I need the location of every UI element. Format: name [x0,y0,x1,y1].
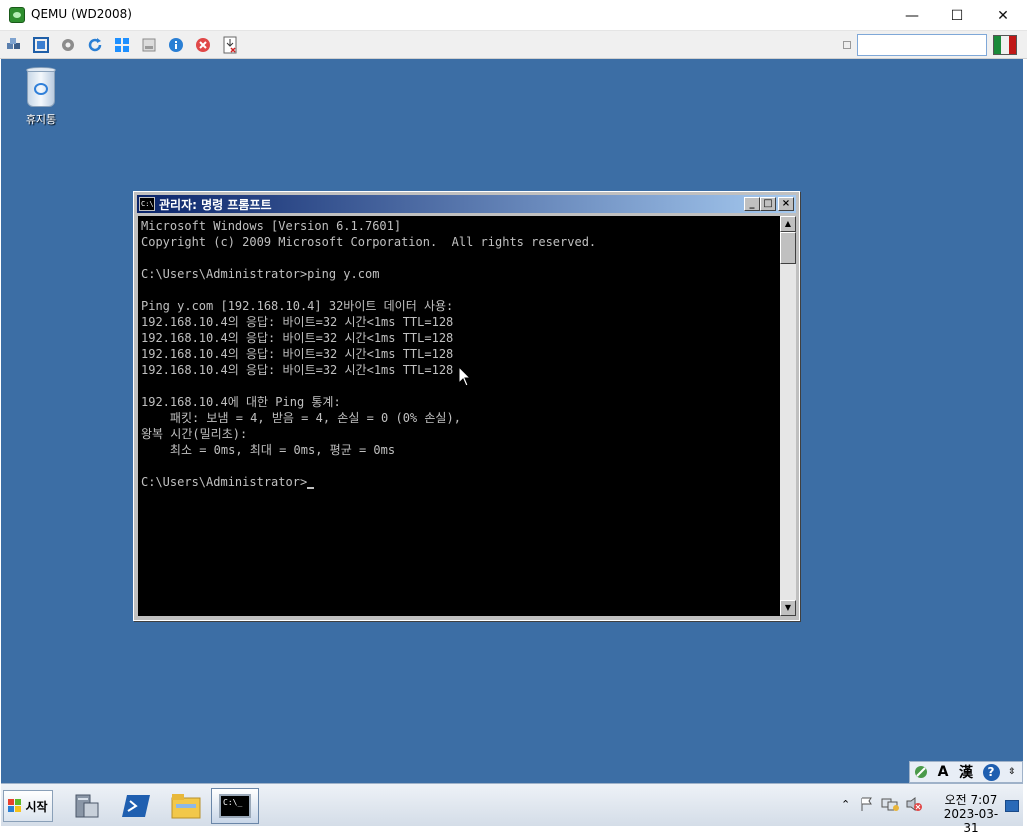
scroll-down-button[interactable]: ▼ [780,600,796,616]
cmd-window-title: 관리자: 명령 프롬프트 [159,198,272,212]
action-center-flag-icon[interactable] [859,796,875,816]
console-line: 192.168.10.4의 응답: 바이트=32 시간<1ms TTL=128 [141,315,454,329]
vertical-scrollbar[interactable]: ▲ ▼ [780,216,796,616]
ime-pad-icon[interactable] [910,762,932,782]
console-output[interactable]: Microsoft Windows [Version 6.1.7601] Cop… [138,216,780,616]
windows-icon[interactable] [113,36,131,54]
close-button[interactable]: ✕ [980,0,1026,31]
cmd-title-icon[interactable]: C:\ [139,197,155,211]
cmd-titlebar[interactable]: C:\ 관리자: 명령 프롬프트 _ □ × [137,195,796,213]
console-line: 192.168.10.4의 응답: 바이트=32 시간<1ms TTL=128 [141,347,454,361]
search-input[interactable] [857,34,987,56]
clock-date[interactable]: 2023-03-31 [937,807,1005,835]
toolbar-toggle[interactable] [843,41,851,49]
cmd-taskbar-button[interactable]: C:\_ [211,788,259,824]
scrollbar-thumb[interactable] [780,232,796,264]
network-icon[interactable] [881,796,899,816]
drive-icon[interactable] [140,36,158,54]
cmd-minimize-button[interactable]: _ [744,197,760,211]
cubes-icon[interactable] [5,36,23,54]
console-line: 192.168.10.4의 응답: 바이트=32 시간<1ms TTL=128 [141,363,454,377]
status-flag-icon[interactable] [993,35,1017,55]
volume-muted-icon[interactable] [905,796,923,816]
stop-icon[interactable] [194,36,212,54]
help-button[interactable]: ? [978,762,1004,782]
start-label: 시작 [25,799,48,814]
show-hidden-icons-icon[interactable]: ⌃ [841,798,850,811]
toolbar [0,31,1027,59]
scroll-up-button[interactable]: ▲ [780,216,796,232]
maximize-button[interactable]: ☐ [934,0,980,31]
refresh-icon[interactable] [86,36,104,54]
ime-mode-button[interactable]: A [932,762,954,782]
show-desktop-icon[interactable] [1005,800,1019,812]
host-window-title: QEMU (WD2008) [31,7,132,21]
hanja-button[interactable]: 漢 [954,762,978,782]
explorer-icon[interactable] [163,788,209,824]
cmd-maximize-button[interactable]: □ [760,197,776,211]
gear-icon[interactable] [59,36,77,54]
cmd-icon[interactable]: C:\_ [219,794,251,818]
host-titlebar: QEMU (WD2008) — ☐ ✕ [0,0,1027,31]
system-tray: ⌃ 오전 7:07 2023-03-31 [841,788,1021,835]
console-line: Copyright (c) 2009 Microsoft Corporation… [141,235,597,249]
console-line: C:\Users\Administrator>ping y.com [141,267,380,281]
cmd-close-button[interactable]: × [778,197,794,211]
console-line: 192.168.10.4의 응답: 바이트=32 시간<1ms TTL=128 [141,331,454,345]
language-bar-options-icon[interactable]: ⇳ [1004,762,1020,782]
start-button[interactable]: 시작 [3,790,53,822]
recycle-bin-icon[interactable] [24,65,58,109]
fullscreen-icon[interactable] [32,36,50,54]
clock-time[interactable]: 오전 7:07 [939,791,1003,808]
console-prompt-line[interactable]: C:\Users\Administrator> [141,474,315,490]
help-icon[interactable]: ? [982,763,1000,781]
recycle-bin[interactable]: 휴지통 [16,65,66,127]
recycle-bin-label: 휴지통 [25,113,57,126]
minimize-button[interactable]: — [889,0,935,31]
console-line: 왕복 시간(밀리초): [141,427,248,441]
console-line: 패킷: 보냄 = 4, 받음 = 4, 손실 = 0 (0% 손실), [141,411,461,425]
console-line: Ping y.com [192.168.10.4] 32바이트 데이터 사용: [141,299,454,313]
console-line: 192.168.10.4에 대한 Ping 통계: [141,395,341,409]
desktop: 휴지통 C:\ 관리자: 명령 프롬프트 _ □ × Microsoft Win… [1,59,1023,783]
console-prompt: C:\Users\Administrator> [141,475,308,489]
language-bar[interactable]: A 漢 ? ⇳ [909,761,1023,783]
powershell-icon[interactable] [113,788,159,824]
mouse-pointer-icon [458,366,472,387]
taskbar: 시작 C:\_ ⌃ 오전 7:07 2023-03-31 [1,783,1023,835]
server-manager-icon[interactable] [63,788,109,824]
text-cursor [307,487,315,489]
cmd-window[interactable]: C:\ 관리자: 명령 프롬프트 _ □ × Microsoft Windows… [133,191,800,621]
windows-logo-icon [8,799,22,813]
console-line: 최소 = 0ms, 최대 = 0ms, 평균 = 0ms [141,443,396,457]
console-line: Microsoft Windows [Version 6.1.7601] [141,219,402,233]
info-icon[interactable] [167,36,185,54]
qemu-app-icon [9,7,25,23]
remove-device-icon[interactable] [221,36,239,54]
